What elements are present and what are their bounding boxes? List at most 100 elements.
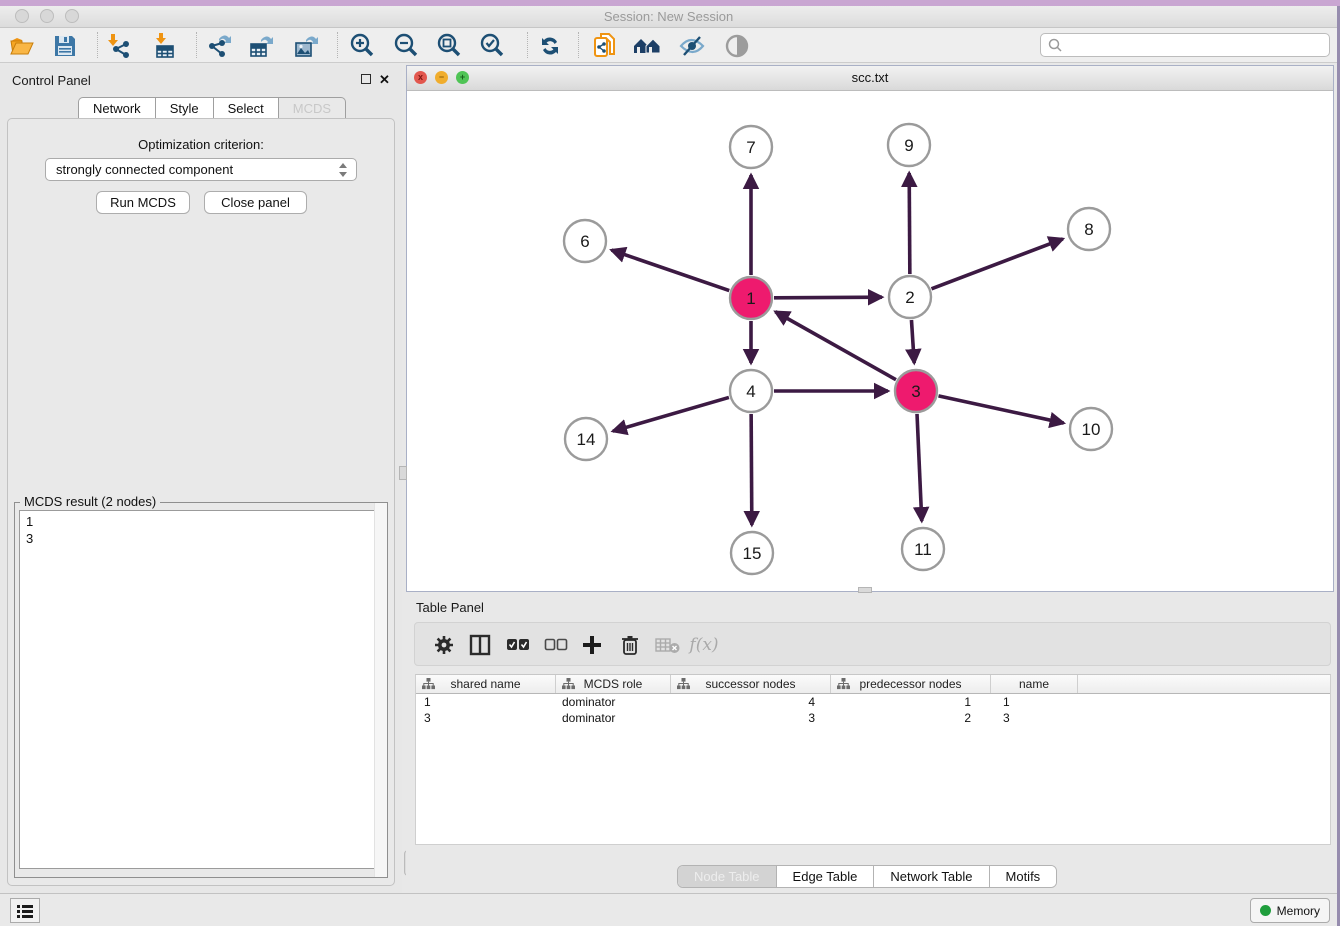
title-bar: Session: New Session (0, 6, 1337, 28)
memory-label: Memory (1277, 904, 1320, 918)
graph-node-label-1: 1 (746, 289, 755, 308)
float-panel-icon[interactable] (361, 74, 371, 84)
maximize-window-button[interactable] (65, 9, 79, 23)
graph-node-label-10: 10 (1082, 420, 1101, 439)
graph-edge-4-14[interactable] (613, 397, 729, 431)
column-header-predecessor-nodes[interactable]: predecessor nodes (831, 675, 991, 693)
show-all-icon[interactable] (721, 30, 753, 61)
graph-edge-4-15[interactable] (751, 414, 752, 525)
column-header-name[interactable]: name (991, 675, 1078, 693)
control-panel-tabs: Network Style Select MCDS (78, 97, 346, 119)
unselect-all-columns-icon[interactable] (543, 633, 569, 657)
export-image-icon[interactable] (290, 30, 322, 61)
delete-columns-icon[interactable] (617, 633, 643, 657)
close-panel-button[interactable]: Close panel (204, 191, 307, 214)
graph-edge-3-11[interactable] (917, 414, 922, 521)
toolbar-separator (578, 32, 579, 58)
close-panel-icon[interactable]: ✕ (379, 72, 390, 88)
open-file-icon[interactable] (6, 30, 38, 61)
column-header-mcds-role[interactable]: MCDS role (556, 675, 671, 693)
graph-edge-2-9[interactable] (909, 173, 910, 274)
network-window-title: scc.txt (407, 66, 1333, 90)
table-panel-title: Table Panel (416, 600, 484, 615)
table-cell[interactable]: 1 (831, 694, 991, 710)
search-field[interactable] (1040, 33, 1330, 57)
tab-network[interactable]: Network (78, 97, 155, 119)
mcds-result-text[interactable]: 1 3 (19, 510, 383, 869)
toolbar-separator (337, 32, 338, 58)
column-header-shared-name[interactable]: shared name (416, 675, 556, 693)
node-table: shared name MCDS role successor nodes pr… (415, 674, 1331, 845)
mcds-tab-content: Optimization criterion: strongly connect… (7, 118, 395, 886)
table-row[interactable]: 3dominator323 (416, 710, 1330, 726)
tab-motifs[interactable]: Motifs (990, 866, 1057, 887)
table-cell[interactable]: 3 (991, 710, 1078, 726)
attribute-tree-icon (837, 678, 850, 690)
graph-edge-1-6[interactable] (611, 250, 729, 290)
graph-edge-3-1[interactable] (775, 312, 896, 380)
result-scrollbar[interactable] (374, 503, 387, 877)
graph-node-label-15: 15 (743, 544, 762, 563)
table-cell[interactable]: dominator (556, 710, 671, 726)
table-cell[interactable]: 3 (671, 710, 831, 726)
save-session-icon[interactable] (49, 30, 81, 61)
table-tabs: Node Table Edge Table Network Table Moti… (677, 865, 1057, 888)
first-neighbors-icon[interactable] (632, 30, 664, 61)
table-cell[interactable]: 3 (416, 710, 556, 726)
graph-edge-2-8[interactable] (932, 239, 1063, 289)
add-column-icon[interactable] (579, 633, 605, 657)
hide-selected-icon[interactable] (676, 30, 708, 61)
close-window-button[interactable] (15, 9, 29, 23)
table-row[interactable]: 1dominator411 (416, 694, 1330, 710)
column-panel-icon[interactable] (467, 633, 493, 657)
network-maximize-button[interactable]: + (456, 71, 469, 84)
zoom-fit-icon[interactable] (433, 30, 465, 61)
search-input[interactable] (1063, 36, 1329, 54)
table-panel: Table Panel ✕ f(x) s (406, 594, 1337, 893)
run-mcds-button[interactable]: Run MCDS (96, 191, 190, 214)
criterion-value: strongly connected component (56, 162, 233, 177)
graph-edge-3-10[interactable] (938, 396, 1063, 423)
minimize-window-button[interactable] (40, 9, 54, 23)
table-cell[interactable]: 4 (671, 694, 831, 710)
tab-edge-table[interactable]: Edge Table (777, 866, 875, 887)
select-all-columns-icon[interactable] (505, 633, 531, 657)
control-panel-header: Control Panel ✕ (0, 65, 402, 95)
tab-mcds[interactable]: MCDS (278, 97, 346, 119)
refresh-icon[interactable] (534, 30, 566, 61)
table-cell[interactable]: 1 (416, 694, 556, 710)
memory-button[interactable]: Memory (1250, 898, 1330, 923)
network-canvas[interactable]: 7968124314101511 (407, 91, 1333, 591)
table-cell[interactable]: 2 (831, 710, 991, 726)
zoom-out-icon[interactable] (390, 30, 422, 61)
column-header-successor-nodes[interactable]: successor nodes (671, 675, 831, 693)
network-close-button[interactable]: x (414, 71, 427, 84)
settings-gear-icon[interactable] (431, 633, 457, 657)
table-cell[interactable]: dominator (556, 694, 671, 710)
graph-node-label-11: 11 (914, 540, 932, 559)
show-panels-button[interactable] (10, 898, 40, 923)
tab-style[interactable]: Style (155, 97, 213, 119)
attribute-tree-icon (422, 678, 435, 690)
graph-edge-2-3[interactable] (911, 320, 914, 363)
export-table-icon[interactable] (246, 30, 278, 61)
criterion-dropdown[interactable]: strongly connected component (45, 158, 357, 181)
clone-network-icon[interactable] (589, 30, 621, 61)
vertical-split-handle[interactable] (399, 466, 407, 480)
network-minimize-button[interactable]: − (435, 71, 448, 84)
tab-network-table[interactable]: Network Table (874, 866, 989, 887)
zoom-selected-icon[interactable] (476, 30, 508, 61)
import-table-icon[interactable] (149, 30, 181, 61)
export-network-icon[interactable] (203, 30, 235, 61)
import-network-icon[interactable] (103, 30, 135, 61)
table-cell[interactable]: 1 (991, 694, 1078, 710)
horizontal-split-handle[interactable] (858, 587, 872, 593)
optimization-criterion-label: Optimization criterion: (8, 137, 394, 152)
zoom-in-icon[interactable] (346, 30, 378, 61)
tab-select[interactable]: Select (213, 97, 278, 119)
graph-node-label-2: 2 (905, 288, 914, 307)
tab-node-table[interactable]: Node Table (678, 866, 777, 887)
graph-edge-1-2[interactable] (774, 297, 882, 298)
status-bar: Memory (0, 893, 1337, 926)
network-window-titlebar[interactable]: x − + scc.txt (407, 66, 1333, 91)
